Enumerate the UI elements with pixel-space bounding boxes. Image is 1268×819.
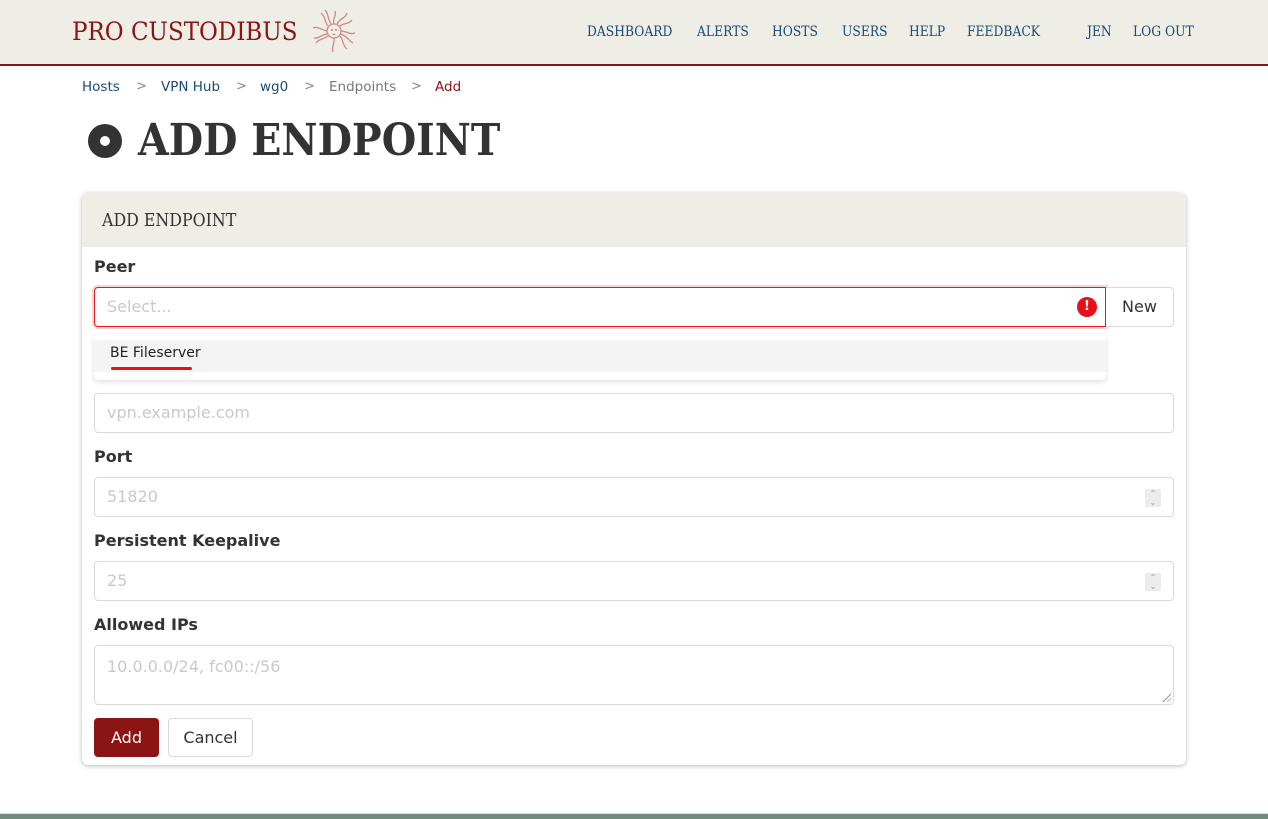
port-placeholder: 51820 (107, 487, 158, 506)
breadcrumb-separator: > (136, 79, 147, 94)
nav-feedback[interactable]: FEEDBACK (967, 20, 1040, 44)
nav-users[interactable]: USERS (842, 20, 888, 44)
hostname-placeholder: vpn.example.com (107, 403, 250, 422)
chevron-up-icon[interactable]: ⌃ (1145, 489, 1161, 498)
dropdown-option[interactable]: BE Fileserver (94, 340, 1106, 372)
breadcrumb-add: Add (435, 79, 462, 95)
nav-alerts[interactable]: ALERTS (697, 20, 749, 44)
hostname-input[interactable]: vpn.example.com (94, 393, 1174, 433)
keepalive-input[interactable]: 25 ⌃ ⌄ (94, 561, 1174, 601)
dropdown-option-label: BE Fileserver (110, 345, 201, 361)
nav-dashboard[interactable]: DASHBOARD (587, 20, 672, 44)
chevron-down-icon[interactable]: ⌄ (1145, 498, 1161, 507)
peer-select[interactable]: Select... ! (94, 287, 1106, 327)
breadcrumb-endpoints: Endpoints (329, 79, 397, 95)
port-stepper[interactable]: ⌃ ⌄ (1145, 489, 1161, 507)
allowed-ips-label: Allowed IPs (94, 615, 198, 634)
cancel-button[interactable]: Cancel (168, 718, 253, 757)
breadcrumb-separator: > (236, 79, 247, 94)
spellcheck-underline (111, 367, 192, 370)
port-input[interactable]: 51820 ⌃ ⌄ (94, 477, 1174, 517)
add-endpoint-card: ADD ENDPOINT Peer Select... ! New BE Fil… (82, 193, 1186, 765)
peer-label: Peer (94, 257, 136, 276)
nav-help[interactable]: HELP (909, 20, 945, 44)
card-header: ADD ENDPOINT (82, 193, 1186, 247)
card-title: ADD ENDPOINT (102, 209, 237, 231)
peer-dropdown-menu: BE Fileserver (94, 334, 1106, 380)
nav-logout[interactable]: LOG OUT (1133, 20, 1194, 44)
peer-select-placeholder: Select... (107, 297, 172, 316)
footer-bar (0, 813, 1268, 819)
nav-user-profile[interactable]: JEN (1087, 20, 1112, 44)
allowed-ips-placeholder: 10.0.0.0/24, fc00::/56 (107, 657, 281, 676)
add-button[interactable]: Add (94, 718, 159, 757)
chevron-up-icon[interactable]: ⌃ (1145, 573, 1161, 582)
port-label: Port (94, 447, 133, 466)
keepalive-stepper[interactable]: ⌃ ⌄ (1145, 573, 1161, 591)
new-peer-button[interactable]: New (1106, 287, 1174, 327)
breadcrumb-vpn-hub[interactable]: VPN Hub (161, 77, 220, 97)
endpoint-circle-icon (88, 124, 122, 158)
keepalive-placeholder: 25 (107, 571, 128, 590)
page-title: ADD ENDPOINT (138, 115, 501, 166)
resize-handle-icon[interactable] (1161, 692, 1171, 702)
page-header: ADD ENDPOINT (88, 114, 541, 168)
error-icon: ! (1077, 297, 1097, 317)
breadcrumb-hosts[interactable]: Hosts (82, 77, 120, 97)
main-nav: DASHBOARD ALERTS HOSTS USERS HELP FEEDBA… (0, 20, 1268, 44)
top-navbar: PRO CUSTODIBUS DASHBOARD ALERTS HOSTS US… (0, 0, 1268, 66)
chevron-down-icon[interactable]: ⌄ (1145, 582, 1161, 591)
allowed-ips-textarea[interactable]: 10.0.0.0/24, fc00::/56 (94, 645, 1174, 705)
keepalive-label: Persistent Keepalive (94, 531, 281, 550)
nav-hosts[interactable]: HOSTS (772, 20, 818, 44)
breadcrumb-wg0[interactable]: wg0 (260, 77, 288, 97)
breadcrumb-separator: > (411, 79, 422, 94)
breadcrumb-separator: > (304, 79, 315, 94)
